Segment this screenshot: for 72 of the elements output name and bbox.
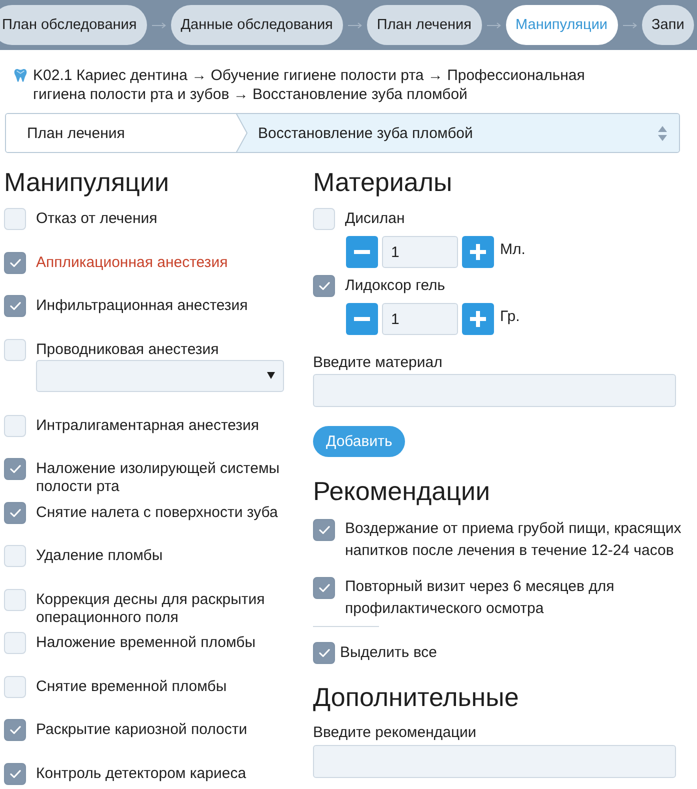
- manipulation-label: Снятие налета с поверхности зуба: [36, 502, 278, 522]
- section-title: Дополнительные: [313, 682, 520, 712]
- increase-button[interactable]: [462, 236, 494, 268]
- recommendation-text: Воздержание от приема грубой пищи, красящих напитков после лечения в течение 12-24 часов: [345, 519, 682, 561]
- manipulation-label: Удаление пломбы: [36, 546, 163, 565]
- quantity-field[interactable]: 1: [382, 303, 458, 335]
- sort-arrows-icon: [658, 126, 667, 140]
- checkmark-icon: [10, 726, 20, 734]
- checkbox[interactable]: [4, 252, 26, 274]
- plus-icon: [470, 311, 486, 327]
- checkmark-icon: [10, 508, 20, 516]
- step-tab[interactable]: План обследования: [0, 5, 147, 45]
- select-all-label: Выделить все: [340, 644, 438, 662]
- select-field[interactable]: Восстановление зуба пломбой: [248, 114, 679, 152]
- checkmark-icon: [318, 526, 330, 534]
- checkmark-icon: [318, 584, 330, 592]
- minus-icon: [354, 250, 370, 254]
- checkmark-icon: [10, 258, 20, 266]
- manipulation-label: Снятие временной пломбы: [36, 676, 227, 696]
- manipulation-label: Проводниковая анестезия: [36, 340, 220, 358]
- checkbox[interactable]: [313, 642, 335, 664]
- dropdown-field[interactable]: [36, 360, 284, 392]
- checkbox[interactable]: [4, 502, 26, 524]
- quantity-field[interactable]: 1: [382, 236, 458, 268]
- unit-label: Гр.: [500, 308, 520, 325]
- decrease-button[interactable]: [346, 236, 378, 268]
- checkmark-icon: [10, 770, 20, 778]
- checkmark-icon: [10, 302, 20, 310]
- material-input[interactable]: [313, 374, 676, 407]
- arrow-icon: [152, 22, 166, 28]
- checkbox[interactable]: [313, 275, 335, 297]
- manipulation-label: Интралигаментарная анестезия: [36, 416, 260, 434]
- manipulation-label: Наложение изолирующей системы полости рта: [36, 459, 281, 496]
- tooth-icon: [14, 69, 27, 82]
- manipulation-label: Аппликационная анестезия: [36, 252, 228, 272]
- recommendation-input[interactable]: [313, 745, 676, 778]
- step-tab[interactable]: Данные обследования: [170, 5, 343, 45]
- checkbox[interactable]: [4, 762, 26, 784]
- diagnosis-path: K02.1 Кариес дентина → Обучение гигиене полости рта → Профессиональная гигиена полости рта и зубов → Восстановление зуба пломбой: [33, 66, 586, 104]
- manipulation-label: Коррекция десны для раскрытия операционного поля: [36, 590, 266, 626]
- arrow-icon: [486, 22, 501, 28]
- checkmark-icon: [10, 465, 20, 473]
- field-label: Введите материал: [313, 354, 444, 372]
- manipulation-label: Раскрытие кариозной полости: [36, 720, 248, 739]
- checkmark-icon: [318, 649, 330, 657]
- manipulation-label: Контроль детектором кариеса: [36, 764, 246, 782]
- plus-icon: [470, 244, 486, 260]
- checkbox[interactable]: [4, 458, 26, 480]
- step-tab[interactable]: Запи: [642, 5, 694, 45]
- manipulation-label: Наложение временной пломбы: [36, 633, 256, 652]
- checkbox[interactable]: [313, 577, 335, 599]
- section-title: Рекомендации: [313, 476, 492, 506]
- section-title: Манипуляции: [4, 167, 170, 197]
- arrow-icon: [622, 22, 637, 28]
- material-label: Дисилан: [345, 210, 405, 228]
- decrease-button[interactable]: [346, 303, 378, 335]
- arrow-icon: [348, 22, 362, 28]
- manipulation-label: Инфильтрационная анестезия: [36, 296, 248, 315]
- checkbox[interactable]: [4, 295, 26, 317]
- caret-icon: [267, 372, 275, 379]
- step-tab[interactable]: План лечения: [366, 5, 482, 45]
- checkbox[interactable]: [313, 519, 335, 541]
- section-title: Материалы: [313, 167, 454, 197]
- increase-button[interactable]: [462, 303, 494, 335]
- checkmark-icon: [318, 282, 330, 290]
- manipulation-label: Отказ от лечения: [36, 209, 158, 228]
- material-label: Лидоксор гель: [345, 277, 446, 295]
- minus-icon: [354, 317, 370, 321]
- field-label: Введите рекомендации: [313, 724, 478, 742]
- checkbox[interactable]: [4, 719, 26, 741]
- recommendation-text: Повторный визит через 6 месяцев для профилактического осмотра: [345, 577, 616, 619]
- unit-label: Мл.: [500, 241, 526, 258]
